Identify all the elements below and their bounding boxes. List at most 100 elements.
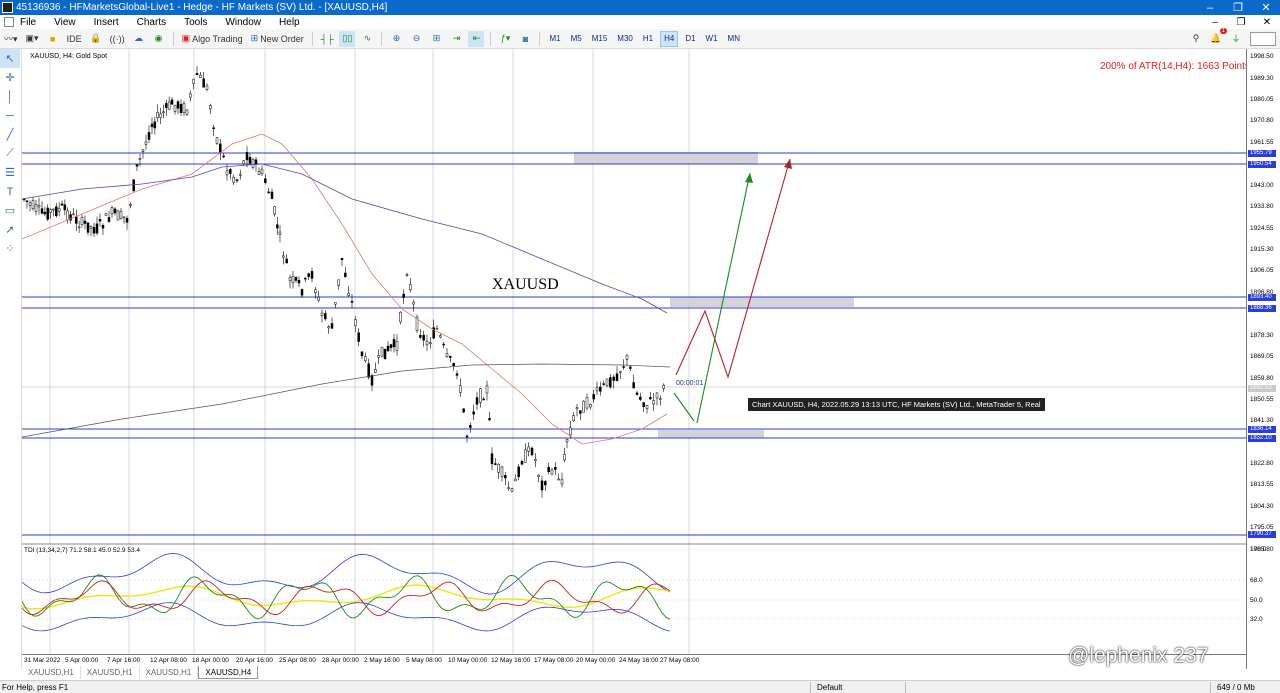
new-order-button[interactable]: ⊞ New Order (249, 31, 306, 47)
minimize-button[interactable]: – (1196, 0, 1224, 15)
price-level-badge: 1893.40 (1248, 294, 1276, 301)
search-icon[interactable]: ⚲ (1188, 31, 1204, 47)
candle-body (395, 341, 399, 351)
vertical-line-icon[interactable]: │ (0, 87, 20, 106)
chart-tab[interactable]: XAUUSD,H1 (81, 666, 140, 679)
autoscroll-icon[interactable]: ⇥ (448, 31, 464, 47)
fibonacci-icon[interactable]: ☰ (0, 163, 20, 182)
candle-body (150, 123, 154, 128)
price-tick-label: 1850.55 (1250, 396, 1274, 403)
timeframe-w1[interactable]: W1 (703, 31, 721, 47)
timeframe-m5[interactable]: M5 (568, 31, 585, 47)
candlestick-icon[interactable]: ▯▯ (339, 30, 356, 47)
grid-icon[interactable]: ⊞ (428, 31, 444, 47)
chart-type-icon[interactable]: 〰▾ (2, 31, 20, 47)
text-icon[interactable]: T (0, 182, 20, 201)
restore-button[interactable]: ❐ (1224, 0, 1252, 15)
candle-body (383, 348, 387, 360)
bar-chart-icon[interactable]: ┤├ (319, 31, 336, 47)
menu-help[interactable]: Help (279, 17, 300, 28)
timeframe-m15[interactable]: M15 (589, 31, 611, 47)
candle-body (334, 302, 337, 305)
time-tick-label: 7 Apr 16:00 (107, 657, 141, 664)
status-bar: For Help, press F1 Default 649 / 0 Mb (0, 680, 1280, 693)
screenshot-icon[interactable]: ◙ (517, 31, 533, 47)
gann-tools-icon[interactable]: ⟋ (0, 144, 20, 163)
timeframe-mn[interactable]: MN (725, 31, 743, 47)
timeframe-m30[interactable]: M30 (614, 31, 636, 47)
chart-tab[interactable]: XAUUSD,H1 (140, 666, 199, 679)
candle-body (31, 200, 35, 209)
zoom-out-icon[interactable]: ⊖ (408, 31, 424, 47)
status-separator (1210, 682, 1211, 693)
child-minimize-button[interactable]: – (1202, 17, 1228, 28)
cursor-icon[interactable]: ↖ (0, 49, 20, 68)
signals-icon[interactable]: ((·)) (108, 31, 127, 47)
candle-body (500, 466, 504, 477)
tdi-signal-line (22, 579, 671, 617)
menu-insert[interactable]: Insert (94, 17, 119, 28)
menu-charts[interactable]: Charts (137, 17, 166, 28)
chart-text-annotation[interactable]: XAUUSD (492, 276, 559, 294)
status-profile[interactable]: Default (817, 683, 842, 692)
title-bar: 45136936 - HFMarketsGlobal-Live1 - Hedge… (0, 0, 1280, 15)
drawing-tools-panel: ↖ ✛ │ ─ ╱ ⟋ ☰ T ▭ ➚ ⁘ (0, 49, 22, 669)
candle-body (125, 218, 129, 223)
line-chart-icon[interactable]: ∿ (359, 31, 375, 47)
cloud-icon[interactable]: ☁ (131, 31, 147, 47)
horizontal-line-icon[interactable]: ─ (0, 106, 20, 125)
price-tick-label: 1970.80 (1250, 117, 1274, 124)
vps-icon[interactable]: ◉ (151, 31, 167, 47)
menu-view[interactable]: View (54, 17, 76, 28)
candle-body (449, 356, 452, 358)
candle-body (229, 168, 232, 174)
timeframe-h4[interactable]: H4 (660, 30, 679, 47)
market-lock-icon[interactable]: 🔒 (88, 31, 104, 47)
algo-trading-button[interactable]: ▣ Algo Trading (180, 31, 245, 47)
candle-body (156, 112, 159, 118)
price-level-badge: 1790.37 (1248, 531, 1276, 538)
candle-body (135, 164, 139, 167)
candle-body (282, 255, 285, 258)
chart-window-icon[interactable] (4, 17, 14, 27)
templates-icon[interactable]: ▣▾ (24, 31, 41, 47)
search-input[interactable] (1250, 31, 1276, 46)
strategy-tester-icon[interactable]: ■ (45, 31, 61, 47)
candle-body (662, 384, 665, 389)
trendline-icon[interactable]: ╱ (0, 125, 20, 144)
more-tools-icon[interactable]: ⁘ (0, 239, 20, 258)
timeframe-d1[interactable]: D1 (682, 31, 698, 47)
ide-button[interactable]: IDE (65, 31, 84, 47)
candle-body (337, 279, 340, 286)
chart-canvas[interactable] (22, 49, 1246, 654)
timeframe-m1[interactable]: M1 (546, 31, 563, 47)
menu-tools[interactable]: Tools (184, 17, 207, 28)
close-button[interactable]: ✕ (1252, 0, 1280, 15)
time-axis[interactable]: 31 Mar 2022 5 Apr 00:00 7 Apr 16:00 12 Apr … (22, 654, 1246, 666)
price-axis[interactable]: 1998.50 1989.30 1980.05 1970.80 1961.55 1943.… (1246, 49, 1280, 669)
candle-body (635, 392, 639, 395)
zoom-in-icon[interactable]: ⊕ (388, 31, 404, 47)
indicators-icon[interactable]: ƒ▾ (497, 31, 513, 47)
price-tick-label: 1795.05 (1250, 524, 1274, 531)
crosshair-icon[interactable]: ✛ (0, 68, 20, 87)
timeframe-h1[interactable]: H1 (640, 31, 656, 47)
chart-shift-icon[interactable]: ⇤ (468, 30, 485, 47)
candle-body (257, 171, 261, 175)
account-icon[interactable]: ⏚ (1228, 31, 1244, 47)
chart-tab-active[interactable]: XAUUSD,H4 (198, 666, 259, 679)
arrow-tools-icon[interactable]: ➚ (0, 220, 20, 239)
menu-window[interactable]: Window (225, 17, 261, 28)
shapes-icon[interactable]: ▭ (0, 201, 20, 220)
candle-body (377, 355, 380, 358)
child-close-button[interactable]: ✕ (1254, 17, 1280, 28)
notifications-icon[interactable]: 🔔 1 (1208, 27, 1227, 47)
child-restore-button[interactable]: ❐ (1228, 17, 1254, 28)
price-chart[interactable] (22, 49, 1280, 669)
candle-body (222, 155, 225, 158)
chart-tab[interactable]: XAUUSD,H1 (22, 666, 81, 679)
tdi-indicator-label: TDI (13,34,2,7) 71.2 58.1 45.0 52.9 53.4 (24, 547, 140, 554)
menu-file[interactable]: File (20, 17, 36, 28)
candle-body (482, 398, 485, 401)
status-separator (810, 682, 811, 693)
